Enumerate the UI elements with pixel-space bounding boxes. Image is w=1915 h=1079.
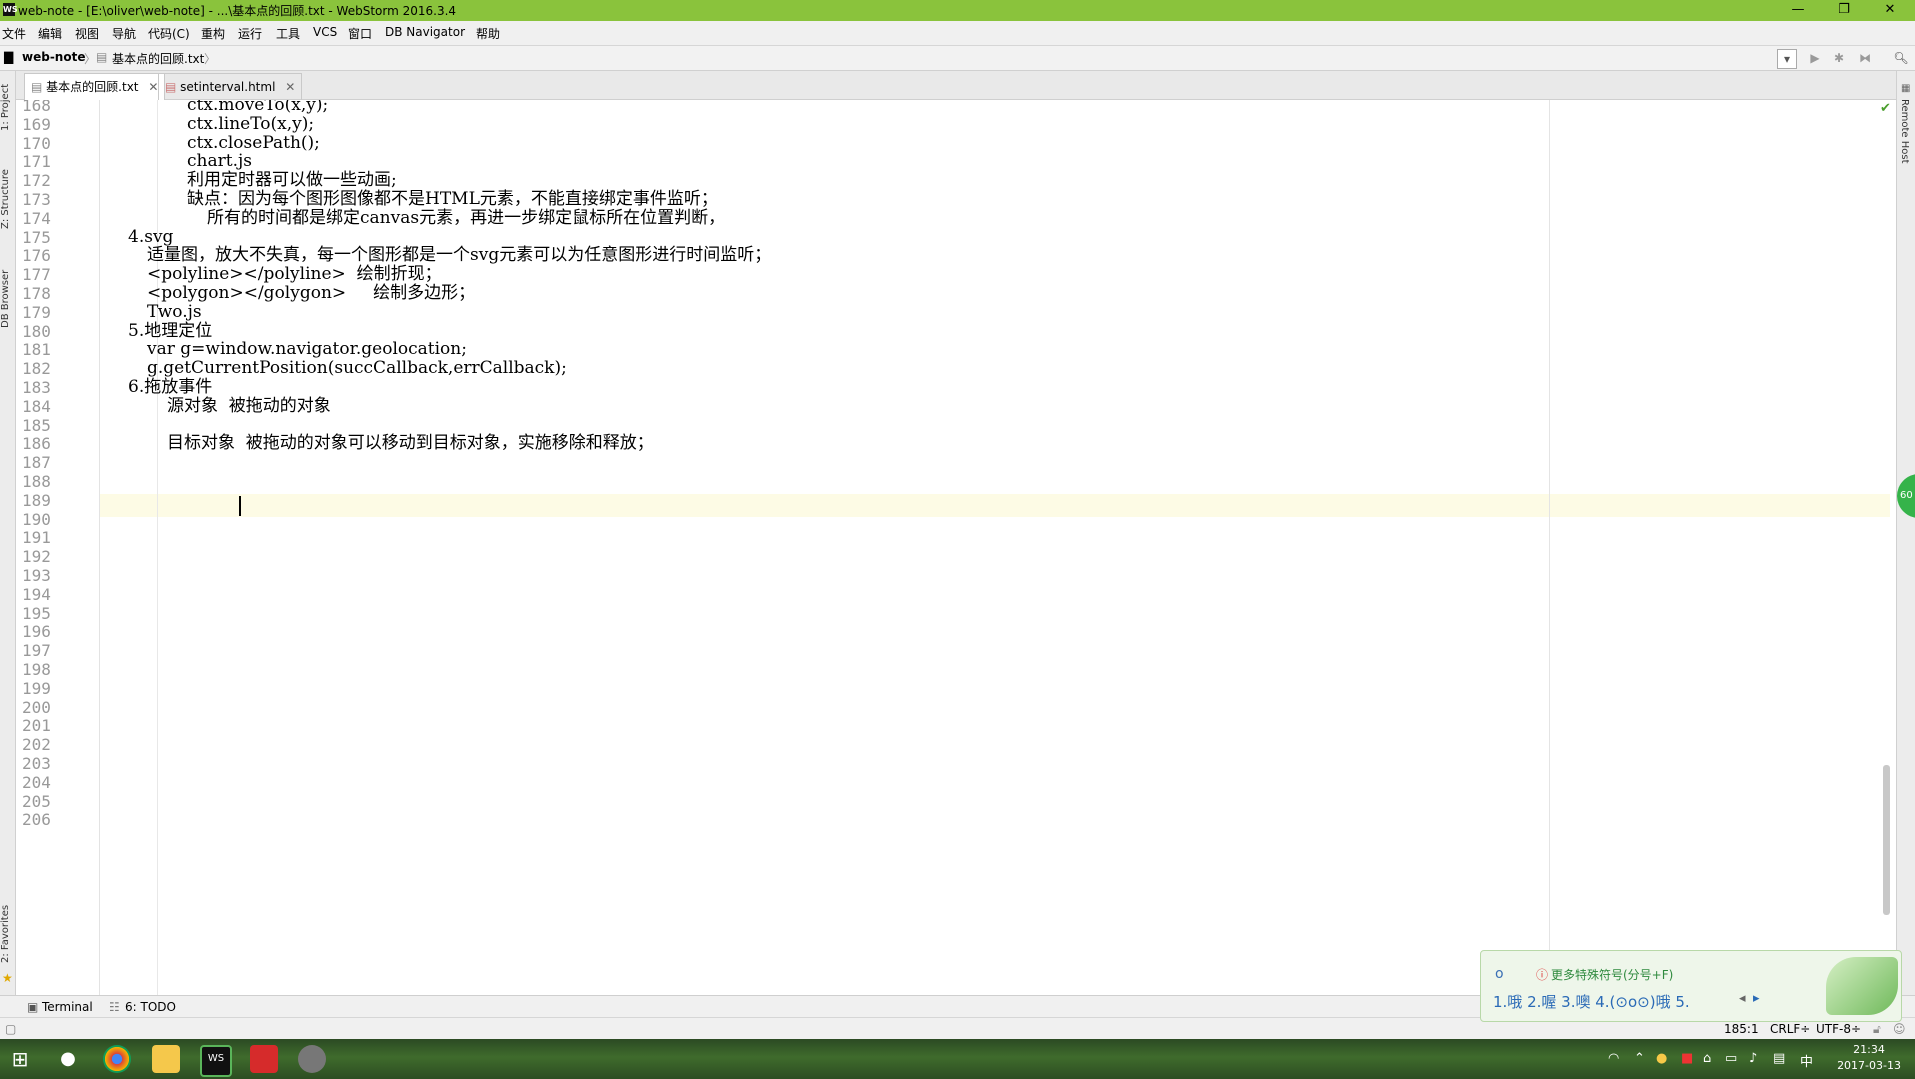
menu-edit[interactable]: 编辑 xyxy=(38,25,62,42)
ime-skin-decoration xyxy=(1826,957,1898,1015)
menu-view[interactable]: 视图 xyxy=(75,25,99,42)
star-icon: ★ xyxy=(2,971,13,985)
terminal-icon: ▣ xyxy=(27,1000,39,1014)
system-clock[interactable]: 21:34 2017-03-13 xyxy=(1837,1042,1901,1074)
text-file-icon: ▤ xyxy=(31,80,43,94)
file-icon: ▤ xyxy=(96,50,108,64)
menu-run[interactable]: 运行 xyxy=(238,25,262,42)
chevron-right-icon: 〉 xyxy=(204,52,217,66)
todo-tool-button[interactable]: 6: TODO xyxy=(125,1000,176,1014)
tray-app-icon[interactable]: ● xyxy=(1656,1051,1667,1066)
title-bar: WS web-note - [E:\oliver\web-note] - ...… xyxy=(0,0,1915,21)
task-view-icon[interactable]: ● xyxy=(54,1045,82,1073)
file-explorer-icon[interactable] xyxy=(152,1045,180,1073)
close-icon[interactable]: ✕ xyxy=(285,80,295,94)
taskbar: ⊞ ● WS ◠ ⌃ ● ■ ⌂ ▭ ♪ ▤ 中 21:34 2017-03-1… xyxy=(0,1039,1915,1079)
folder-icon: ▇ xyxy=(4,50,14,64)
editor-tab-bar: ▤ 基本点的回顾.txt ✕ ▤ setinterval.html ✕ xyxy=(16,71,1896,100)
xmind-icon[interactable] xyxy=(250,1045,278,1073)
run-icon[interactable]: ▶ xyxy=(1806,49,1824,67)
menu-bar: 文件 编辑 视图 导航 代码(C) 重构 运行 工具 VCS 窗口 DB Nav… xyxy=(0,21,1915,46)
text-caret xyxy=(239,496,241,516)
caret-position[interactable]: 185:1 xyxy=(1724,1022,1759,1036)
left-tool-strip: 1: Project Z: Structure DB Browser 2: Fa… xyxy=(0,71,16,1005)
chrome-icon[interactable] xyxy=(103,1045,131,1073)
app-icon[interactable] xyxy=(298,1045,326,1073)
menu-tools[interactable]: 工具 xyxy=(276,25,300,42)
menu-help[interactable]: 帮助 xyxy=(476,25,500,42)
windows-start-icon[interactable]: ⊞ xyxy=(6,1045,34,1073)
editor-scrollbar[interactable] xyxy=(1883,765,1890,915)
restore-icon[interactable]: ❐ xyxy=(1821,0,1867,21)
inspector-icon[interactable]: ☺ xyxy=(1893,1022,1906,1036)
breadcrumb-file[interactable]: 基本点的回顾.txt xyxy=(112,50,204,67)
debug-icon[interactable]: ✱ xyxy=(1830,49,1848,67)
ime-candidates[interactable]: 1.哦 2.喔 3.噢 4.(⊙o⊙)哦 5. xyxy=(1493,991,1690,1012)
menu-refactor[interactable]: 重构 xyxy=(201,25,225,42)
code-line: 目标对象 被拖动的对象可以移动到目标对象，实施移除和释放； xyxy=(167,433,654,454)
ime-composition: o xyxy=(1495,966,1504,982)
info-icon: ⓘ xyxy=(1536,968,1549,982)
tab-label: 基本点的回顾.txt xyxy=(46,80,139,94)
clock-time: 21:34 xyxy=(1853,1043,1885,1056)
remote-host-tool-button[interactable]: Remote Host xyxy=(1899,99,1910,164)
search-icon[interactable]: 🔍︎ xyxy=(1892,49,1910,67)
menu-window[interactable]: 窗口 xyxy=(348,25,372,42)
ime-hint[interactable]: 更多特殊符号(分号+F) xyxy=(1551,966,1673,983)
security-icon[interactable]: ■ xyxy=(1681,1051,1693,1066)
line-number-gutter[interactable]: 168 169 170 171 172 173 174 175 176 177 178 179 180 1… xyxy=(16,100,100,995)
menu-db-navigator[interactable]: DB Navigator xyxy=(385,25,465,39)
project-tool-button[interactable]: 1: Project xyxy=(0,77,15,137)
menu-file[interactable]: 文件 xyxy=(2,25,26,42)
tab-basic-review[interactable]: ▤ 基本点的回顾.txt ✕ xyxy=(24,73,166,100)
breadcrumb-project[interactable]: web-note xyxy=(22,50,85,64)
tab-setinterval[interactable]: ▤ setinterval.html ✕ xyxy=(158,73,303,100)
close-icon[interactable]: ✕ xyxy=(148,80,158,94)
window-title: web-note - [E:\oliver\web-note] - ...\基本… xyxy=(18,4,457,18)
terminal-tool-button[interactable]: Terminal xyxy=(42,1000,93,1014)
lock-icon[interactable]: 🔓︎ xyxy=(1873,1022,1881,1037)
volume-icon[interactable]: ♪ xyxy=(1749,1051,1757,1066)
clock-date: 2017-03-13 xyxy=(1837,1059,1901,1072)
chevron-left-icon[interactable]: ◂ xyxy=(1739,991,1746,1006)
line-number: 206 xyxy=(22,810,51,830)
html-file-icon: ▤ xyxy=(165,80,177,94)
chevron-right-icon[interactable]: ▸ xyxy=(1753,991,1760,1006)
menu-vcs[interactable]: VCS xyxy=(313,25,337,39)
code-line: 源对象 被拖动的对象 xyxy=(167,395,331,416)
notification-icon[interactable]: ▤ xyxy=(1773,1051,1785,1066)
structure-tool-button[interactable]: Z: Structure xyxy=(0,163,15,235)
file-encoding[interactable]: UTF-8÷ xyxy=(1816,1022,1861,1036)
line-separator[interactable]: CRLF÷ xyxy=(1770,1022,1810,1036)
db-browser-tool-button[interactable]: DB Browser xyxy=(0,263,15,335)
coverage-icon[interactable]: ⧓ xyxy=(1856,49,1874,67)
code-line: 所有的时间都是绑定canvas元素，再进一步绑定鼠标所在位置判断， xyxy=(207,207,726,228)
ime-candidate-window[interactable]: o ⓘ 更多特殊符号(分号+F) 1.哦 2.喔 3.噢 4.(⊙o⊙)哦 5.… xyxy=(1480,950,1902,1022)
server-icon: ▦ xyxy=(1901,83,1911,94)
close-icon[interactable]: ✕ xyxy=(1867,0,1913,21)
toggle-tool-windows-icon[interactable]: ▢ xyxy=(5,1022,16,1036)
right-tool-strip: ▦ Remote Host xyxy=(1896,71,1915,1005)
navigation-bar: ▇ web-note 〉 ▤ 基本点的回顾.txt 〉 ▾ ▶ ✱ ⧓ 🔍︎ xyxy=(0,46,1915,71)
ime-mode-indicator[interactable]: 中 xyxy=(1800,1051,1813,1070)
tab-label: setinterval.html xyxy=(180,80,276,94)
inspection-ok-icon: ✔ xyxy=(1880,101,1891,116)
menu-navigate[interactable]: 导航 xyxy=(112,25,136,42)
minimize-icon[interactable]: — xyxy=(1775,0,1821,21)
code-editor[interactable]: ctx.moveTo(x,y); ctx.lineTo(x,y); ctx.clos… xyxy=(100,100,1880,995)
webstorm-taskbar-icon[interactable]: WS xyxy=(200,1045,232,1077)
run-config-dropdown[interactable]: ▾ xyxy=(1777,49,1797,69)
webstorm-logo-icon: WS xyxy=(3,3,18,16)
todo-icon: ☷ xyxy=(109,1000,120,1014)
chevron-up-icon[interactable]: ⌃ xyxy=(1634,1051,1645,1066)
usb-icon[interactable]: ⌂ xyxy=(1703,1051,1711,1066)
wifi-icon[interactable]: ◠ xyxy=(1608,1051,1619,1066)
chevron-right-icon: 〉 xyxy=(84,52,97,66)
favorites-tool-button[interactable]: 2: Favorites xyxy=(0,901,15,967)
menu-code[interactable]: 代码(C) xyxy=(148,25,190,42)
network-icon[interactable]: ▭ xyxy=(1725,1051,1737,1066)
